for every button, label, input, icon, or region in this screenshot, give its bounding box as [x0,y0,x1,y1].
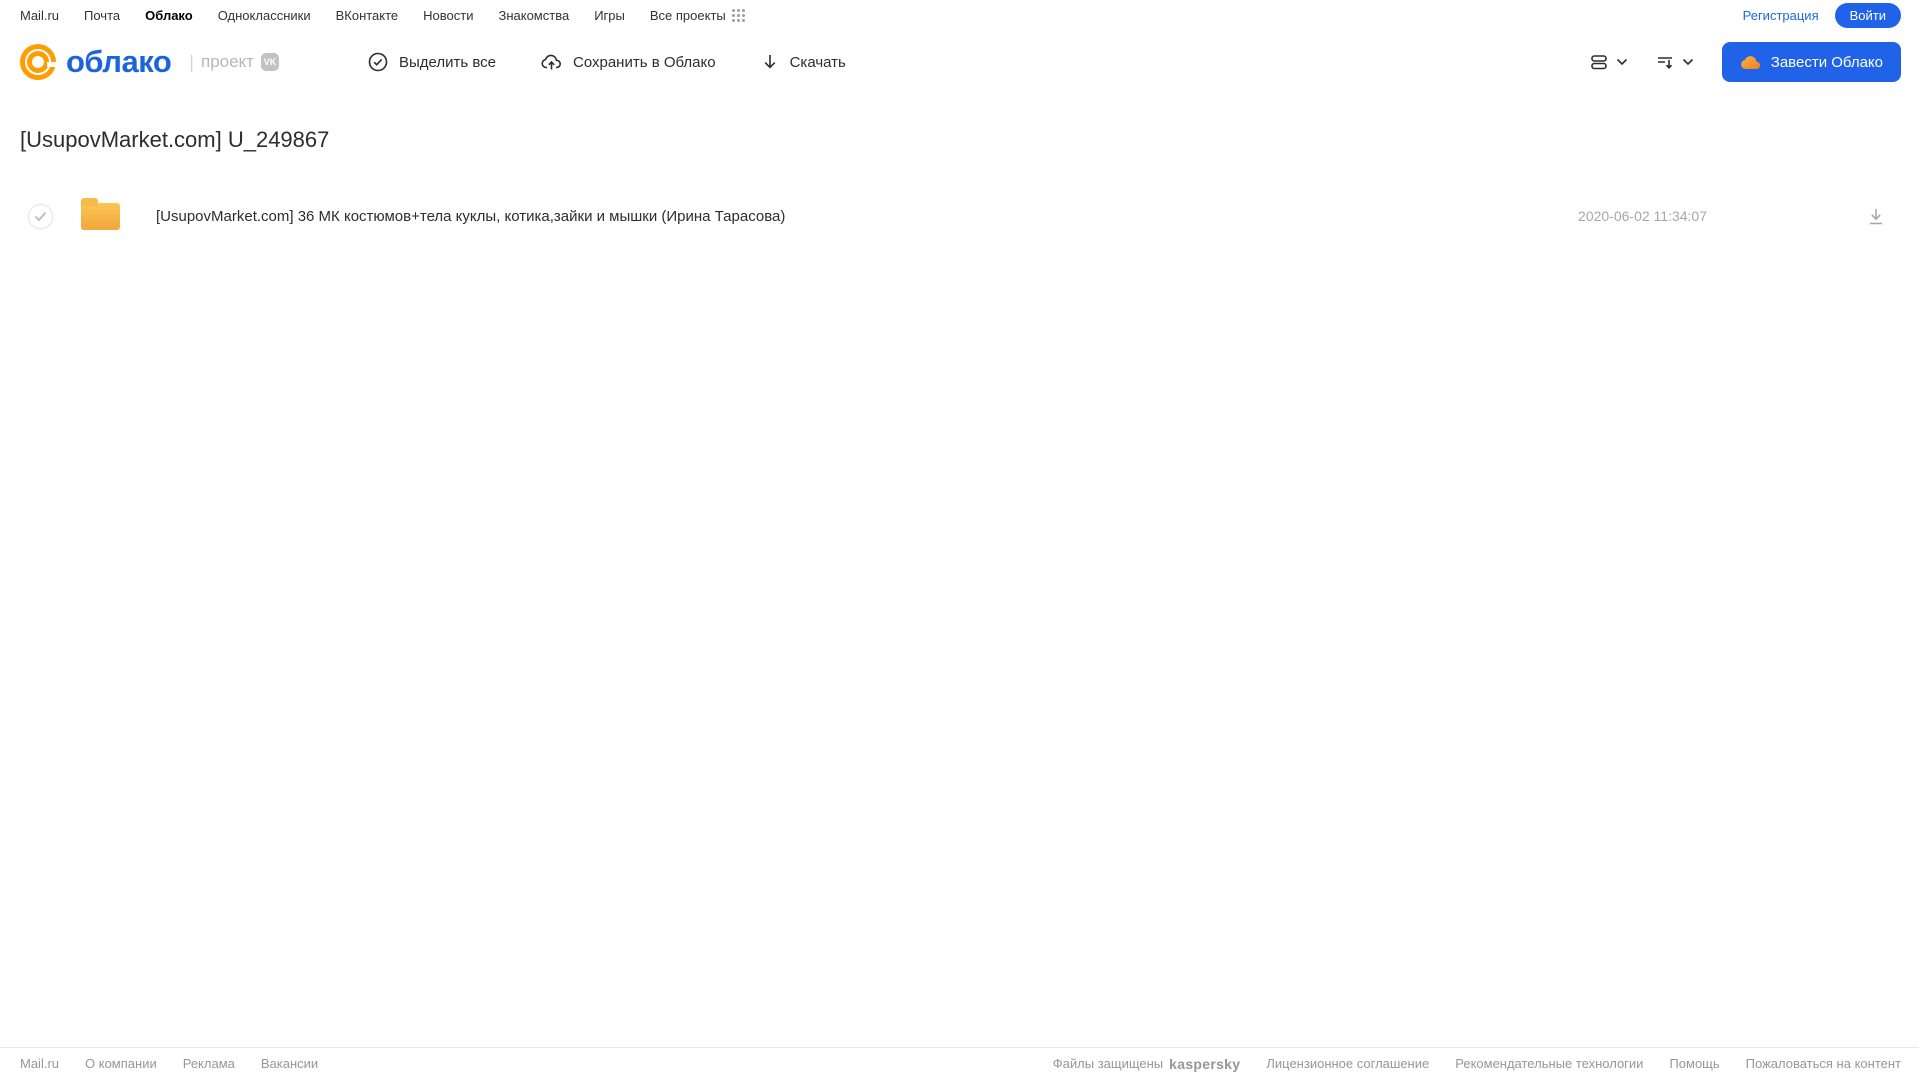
get-cloud-label: Завести Облако [1770,53,1883,71]
login-button[interactable]: Войти [1834,2,1901,28]
nav-odnoklassniki[interactable]: Одноклассники [218,8,311,23]
cloud-upload-icon [541,54,561,70]
nav-znakomstva[interactable]: Знакомства [498,8,569,23]
kaspersky-protection: Файлы защищены kaspersky [1053,1056,1241,1072]
chevron-down-icon [1682,58,1693,66]
project-vk-label: | проект VK [189,52,279,73]
nav-novosti[interactable]: Новости [423,8,473,23]
footer-license-link[interactable]: Лицензионное соглашение [1266,1056,1429,1071]
view-mode-dropdown[interactable] [1582,45,1634,79]
footer-about-link[interactable]: О компании [85,1056,157,1071]
nav-oblako[interactable]: Облако [145,8,193,23]
footer-help-link[interactable]: Помощь [1669,1056,1719,1071]
page-title: [UsupovMarket.com] U_249867 [20,127,330,152]
register-link[interactable]: Регистрация [1743,8,1819,23]
file-toolbar: Выделить все Сохранить в Облако Скачать [367,51,846,73]
topbar-auth: Регистрация Войти [1743,2,1901,28]
footer-report-link[interactable]: Пожаловаться на контент [1746,1056,1901,1071]
cloud-mailru-page: Mail.ru Почта Облако Одноклассники ВКонт… [0,0,1919,1079]
chevron-down-icon [1616,58,1627,66]
get-cloud-button[interactable]: Завести Облако [1721,42,1901,82]
file-row[interactable]: [UsupovMarket.com] 36 МК костюмов+тела к… [0,188,1919,244]
footer-recommendations-link[interactable]: Рекомендательные технологии [1455,1056,1643,1071]
select-all-label: Выделить все [398,53,496,71]
check-icon [34,211,47,221]
download-icon [1870,208,1882,224]
file-name-link[interactable]: [UsupovMarket.com] 36 МК костюмов+тела к… [156,208,785,225]
row-download-button[interactable] [1863,203,1889,230]
main-content: [UsupovMarket.com] U_249867 [UsupovMarke… [0,94,1919,1047]
check-circle-icon [368,52,388,72]
cloud-header: облако | проект VK Выделить все Сохранит… [0,30,1919,94]
nav-pochta[interactable]: Почта [84,8,120,23]
project-label: проект [200,52,254,71]
protected-label: Файлы защищены [1052,1056,1164,1071]
sort-dropdown[interactable] [1648,45,1700,79]
all-projects-label: Все проекты [649,7,726,23]
logo-separator: | [189,51,194,72]
file-date: 2020-06-02 11:34:07 [1578,208,1707,224]
apps-grid-icon [731,8,745,22]
page-footer: Mail.ru О компании Реклама Вакансии Файл… [0,1047,1919,1079]
download-button[interactable]: Скачать [760,51,846,73]
vk-badge-icon: VK [260,53,279,71]
footer-left-links: Mail.ru О компании Реклама Вакансии [20,1056,318,1071]
download-icon [764,55,775,69]
save-to-cloud-button[interactable]: Сохранить в Облако [540,51,716,73]
nav-igry[interactable]: Игры [594,8,625,23]
nav-vkontakte[interactable]: ВКонтакте [336,8,399,23]
cloud-icon [1740,56,1760,69]
download-label: Скачать [789,53,846,71]
footer-jobs-link[interactable]: Вакансии [261,1056,318,1071]
list-view-icon [1590,55,1607,70]
nav-all-projects[interactable]: Все проекты [650,8,745,23]
footer-ads-link[interactable]: Реклама [183,1056,235,1071]
mailru-at-icon [20,44,56,80]
row-checkbox[interactable] [28,203,53,229]
kaspersky-logo[interactable]: kaspersky [1169,1056,1240,1072]
footer-mailru-link[interactable]: Mail.ru [20,1056,59,1071]
cloud-logo-text: облако [66,44,172,79]
header-right-controls: Завести Облако [1582,42,1901,82]
footer-right-links: Файлы защищены kaspersky Лицензионное со… [1053,1056,1901,1072]
portal-nav: Mail.ru Почта Облако Одноклассники ВКонт… [20,8,745,23]
save-to-cloud-label: Сохранить в Облако [572,53,716,71]
portal-topbar: Mail.ru Почта Облако Одноклассники ВКонт… [0,0,1919,30]
cloud-logo[interactable]: облако | проект VK [20,44,279,80]
folder-icon [81,197,120,230]
nav-mailru[interactable]: Mail.ru [20,8,59,23]
select-all-button[interactable]: Выделить все [367,51,496,73]
sort-icon [1657,57,1672,69]
